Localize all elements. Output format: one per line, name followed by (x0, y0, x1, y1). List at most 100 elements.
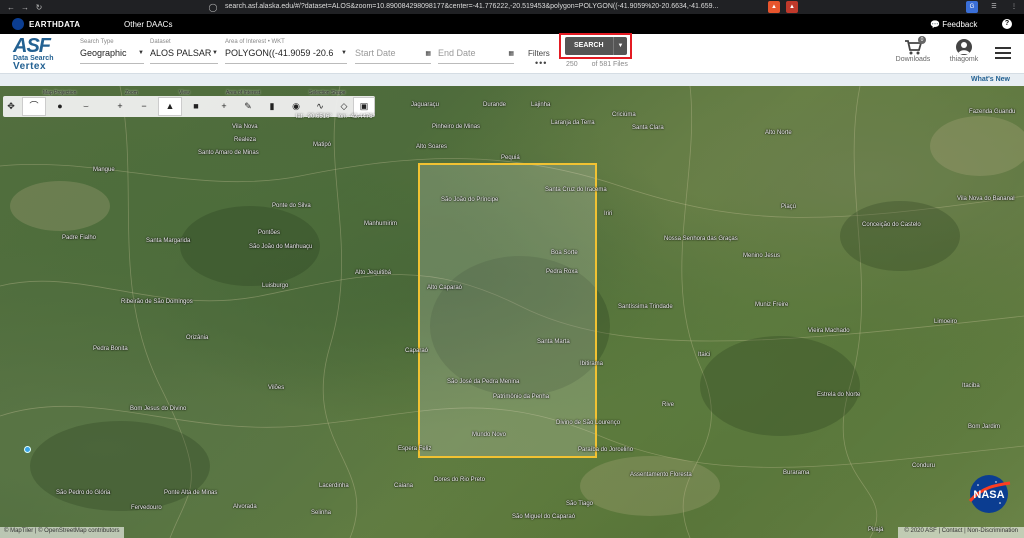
search-button[interactable]: SEARCH ▼ (565, 37, 627, 55)
linestring-icon[interactable]: ∿ (309, 98, 331, 115)
back-icon[interactable]: ← (4, 3, 18, 12)
calendar-icon[interactable]: ▦ (508, 50, 514, 57)
place-label: Fazenda Guandu (969, 109, 1016, 115)
zoom-out-icon[interactable]: − (133, 98, 155, 115)
place-label: Luisburgo (262, 283, 289, 289)
asf-logo[interactable]: ASF Data Search Vertex (13, 35, 63, 72)
chevron-down-icon: ▼ (212, 50, 218, 56)
place-label: São Tiago (566, 501, 594, 507)
asf-logo-vertex: Vertex (13, 61, 47, 72)
draw-pencil-icon[interactable]: ✎ (237, 98, 259, 115)
place-label: Dores do Rio Preto (434, 477, 486, 483)
map-view[interactable]: Jaguaraçu Durande Lajinha Criciúma Fazen… (0, 86, 1024, 538)
hamburger-menu-icon[interactable] (995, 47, 1011, 59)
extensions-icon[interactable]: ☰ (988, 1, 1000, 13)
feedback-link[interactable]: 💬 Feedback (930, 20, 977, 29)
place-label: Caparaó (405, 348, 429, 354)
place-label: Espera Feliz (398, 446, 432, 452)
location-marker[interactable] (24, 446, 31, 453)
map-attribution[interactable]: © MapTiler | © OpenStreetMap contributor… (0, 527, 124, 538)
place-label: Santa Cruz do Iracema (545, 187, 607, 193)
more-filters-icon[interactable]: ••• (535, 58, 547, 68)
place-label: Vila Nova (232, 124, 258, 130)
place-label: Pinheiro de Minas (432, 124, 481, 130)
move-icon[interactable]: ✥ (3, 98, 19, 115)
satellite-view-icon[interactable]: ▲ (159, 98, 181, 115)
place-label: São João do Manhuaçu (249, 244, 313, 250)
equatorial-projection-icon[interactable]: ● (49, 98, 71, 115)
selection-shape-label: Selection Shape (309, 90, 346, 96)
nasa-mini-logo-icon (12, 18, 24, 30)
calendar-icon[interactable]: ▦ (425, 50, 431, 57)
place-label: Paraíba do Jorcelino (578, 447, 634, 453)
downloads-button[interactable]: 0 Downloads (892, 36, 934, 63)
search-type-select[interactable]: Search Type Geographic ▼ (80, 39, 144, 64)
aoi-value: POLYGON((-41.9059 -20.6 ▼ (225, 48, 347, 64)
chevron-down-icon: ▼ (341, 50, 347, 56)
area-of-interest-polygon[interactable] (418, 163, 597, 458)
start-date-field[interactable]: Start Date ▦ (355, 39, 431, 64)
place-label: Vilões (268, 385, 285, 391)
delete-trash-icon[interactable]: ▮ (261, 98, 283, 115)
user-menu[interactable]: thiagomk (944, 39, 984, 63)
bookmark-icon[interactable]: ◯ (206, 3, 220, 12)
end-date-placeholder: End Date ▦ (438, 48, 514, 64)
zoom-label: Zoom (125, 90, 138, 96)
reload-icon[interactable]: ↻ (32, 3, 46, 12)
add-aoi-icon[interactable]: + (213, 98, 235, 115)
translate-icon[interactable]: G (966, 1, 978, 13)
place-label: Laranja da Terra (551, 120, 595, 126)
polygon-icon[interactable]: ◇ (333, 98, 355, 115)
place-label: Itaici (698, 352, 711, 358)
place-label: Caiana (394, 483, 414, 489)
place-label: Alto Caparaó (427, 285, 463, 291)
footer-links[interactable]: © 2020 ASF | Contact | Non-Discriminatio… (898, 527, 1024, 538)
aoi-input[interactable]: Area of Interest • WKT POLYGON((-41.9059… (225, 39, 347, 64)
menu-icon[interactable]: ⋮ (1008, 1, 1020, 13)
place-label: São Pedro do Glória (56, 490, 111, 496)
place-label: Alvorada (233, 504, 257, 510)
place-label: Santíssima Trindade (618, 304, 673, 310)
address-bar[interactable]: search.asf.alaska.edu/#/?dataset=ALOS&zo… (225, 1, 765, 13)
place-label: Santo Amaro de Minas (198, 150, 259, 156)
help-icon[interactable]: ? (1002, 19, 1012, 29)
street-view-icon[interactable]: ■ (185, 98, 207, 115)
latitude-readout: lat: -20.6516° (296, 114, 332, 120)
place-label: Criciúma (612, 112, 636, 118)
point-marker-icon[interactable]: ◉ (285, 98, 307, 115)
place-label: Orizânia (186, 335, 209, 341)
place-label: Burarama (783, 470, 810, 476)
zoom-in-icon[interactable]: + (109, 98, 131, 115)
nasa-logo: NASA (964, 473, 1014, 515)
other-daacs-link[interactable]: Other DAACs (124, 20, 172, 29)
place-label: Bom Jardim (968, 424, 1001, 430)
dataset-select[interactable]: Dataset ALOS PALSAR ▼ (150, 39, 218, 64)
asf-logo-text: ASF (13, 35, 51, 57)
place-label: Manhumirim (364, 221, 398, 227)
username-label: thiagomk (949, 56, 979, 63)
place-label: Nossa Senhora das Graças (664, 236, 738, 242)
forward-icon[interactable]: → (18, 3, 32, 12)
search-type-value: Geographic ▼ (80, 48, 144, 64)
brave-rewards-icon[interactable]: ▲ (786, 1, 798, 13)
area-of-interest-label: Area of Interest (226, 90, 261, 96)
brave-shield-icon[interactable]: ▲ (768, 1, 780, 13)
end-date-field[interactable]: End Date ▦ (438, 39, 514, 64)
place-label: Limoeiro (934, 319, 958, 325)
search-button-label: SEARCH (574, 42, 604, 49)
filters-button[interactable]: Filters (528, 49, 550, 58)
box-select-icon[interactable]: ▣ (354, 98, 374, 115)
antarctic-projection-icon[interactable]: ⌣ (75, 98, 97, 115)
earthdata-logo[interactable]: EARTHDATA (29, 20, 80, 29)
place-label: Iriri (604, 211, 613, 217)
place-label: Alto Jequitibá (355, 270, 392, 276)
place-label: Mundo Novo (472, 432, 507, 438)
whats-new-link[interactable]: What's New (971, 76, 1010, 83)
place-label: Jaguaraçu (411, 102, 440, 108)
search-options-chevron-icon[interactable]: ▼ (613, 37, 627, 55)
cursor-coordinates: lat: -20.6516° lon: -42.4476° (296, 114, 375, 120)
arctic-projection-icon[interactable]: ⌒ (23, 98, 45, 115)
place-label: Vila Nova do Bananal (957, 196, 1015, 202)
view-label: View (179, 90, 190, 96)
place-label: Pirajá (868, 527, 884, 533)
